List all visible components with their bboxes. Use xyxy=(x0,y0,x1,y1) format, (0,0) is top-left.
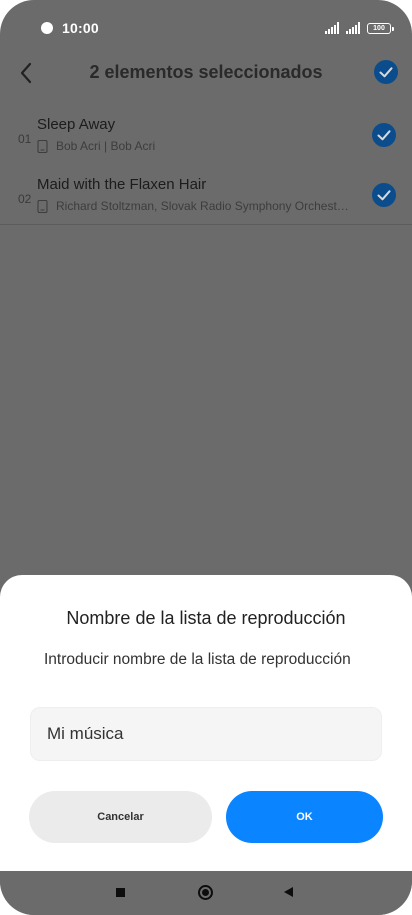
list-item[interactable]: 02 Maid with the Flaxen Hair Richard Sto… xyxy=(0,168,412,228)
dialog-title: Nombre de la lista de reproducción xyxy=(66,608,346,628)
track-artist: Richard Stoltzman, Slovak Radio Symphony… xyxy=(56,199,352,213)
circle-home-icon[interactable] xyxy=(198,885,213,900)
signal-icon xyxy=(346,22,362,34)
track-subtitle: Bob Acri | Bob Acri xyxy=(37,139,155,153)
track-subtitle: Richard Stoltzman, Slovak Radio Symphony… xyxy=(37,199,352,213)
track-title: Maid with the Flaxen Hair xyxy=(37,176,207,193)
cancel-button[interactable]: Cancelar xyxy=(29,791,212,843)
phone-storage-icon xyxy=(37,139,48,153)
track-title: Sleep Away xyxy=(37,116,116,133)
check-circle-icon[interactable] xyxy=(372,123,396,147)
list-item[interactable]: 01 Sleep Away Bob Acri | Bob Acri xyxy=(0,108,412,168)
signal-icon xyxy=(325,22,341,34)
phone-storage-icon xyxy=(37,199,48,213)
triangle-back-icon[interactable] xyxy=(284,887,293,897)
page-title: 2 elementos seleccionados xyxy=(89,62,323,82)
status-bar: 10:00 100 xyxy=(0,0,412,56)
select-all-check-icon[interactable] xyxy=(374,60,398,84)
check-circle-icon[interactable] xyxy=(372,183,396,207)
track-number: 02 xyxy=(18,192,32,206)
dialog-prompt: Introducir nombre de la lista de reprodu… xyxy=(44,651,351,668)
battery-icon: 100 xyxy=(367,23,394,34)
track-number: 01 xyxy=(18,132,32,146)
status-time: 10:00 xyxy=(62,20,99,36)
selection-header: 2 elementos seleccionados xyxy=(0,52,412,96)
square-icon[interactable] xyxy=(116,888,125,897)
track-artist: Bob Acri | Bob Acri xyxy=(56,139,156,153)
phone-screen: 10:00 100 2 elementos seleccionados 01 S… xyxy=(0,0,412,915)
notification-dot-icon xyxy=(41,22,53,34)
playlist-name-input[interactable]: Mi música xyxy=(30,707,382,761)
playlist-name-dialog: Nombre de la lista de reproducción Intro… xyxy=(0,575,412,871)
navigation-bar xyxy=(0,871,412,915)
ok-button[interactable]: OK xyxy=(226,791,383,843)
divider xyxy=(0,224,412,225)
